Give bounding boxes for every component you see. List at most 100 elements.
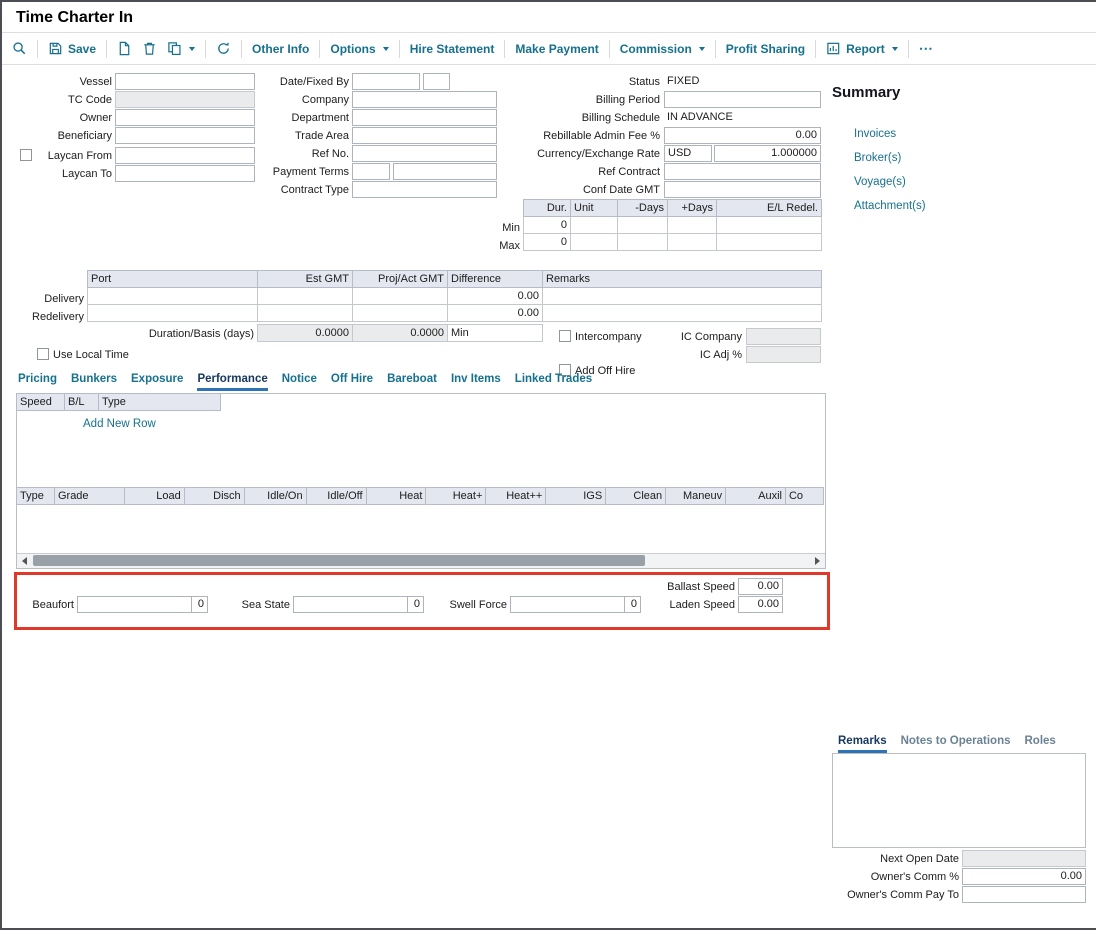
duration-min-cell[interactable]: Min xyxy=(448,325,543,342)
redelivery-remarks-cell[interactable] xyxy=(543,305,822,322)
tab-roles[interactable]: Roles xyxy=(1025,735,1056,753)
max-plus-days-cell[interactable] xyxy=(668,234,717,251)
attachments-link[interactable]: Attachment(s) xyxy=(854,200,926,212)
more-button[interactable]: ⋯ xyxy=(919,40,933,57)
tab-pricing[interactable]: Pricing xyxy=(18,373,57,391)
laycan-to-field[interactable] xyxy=(115,165,255,182)
commission-button[interactable]: Commission xyxy=(620,42,705,56)
beneficiary-label: Beneficiary xyxy=(18,130,112,142)
delivery-table: Port Est GMT Proj/Act GMT Difference Rem… xyxy=(87,270,822,322)
ref-contract-field[interactable] xyxy=(664,163,821,180)
tab-bunkers[interactable]: Bunkers xyxy=(71,373,117,391)
sea-state-value-field[interactable]: 0 xyxy=(407,596,424,613)
make-payment-label: Make Payment xyxy=(515,42,598,56)
billing-period-field[interactable] xyxy=(664,91,821,108)
contract-type-field[interactable] xyxy=(352,181,497,198)
scroll-left-button[interactable] xyxy=(17,554,32,567)
hire-statement-button[interactable]: Hire Statement xyxy=(410,42,495,56)
swell-force-input[interactable] xyxy=(510,596,625,613)
beneficiary-field[interactable] xyxy=(115,127,255,144)
delivery-proj-act-cell[interactable] xyxy=(353,288,448,305)
redelivery-proj-act-cell[interactable] xyxy=(353,305,448,322)
swell-force-value-field[interactable]: 0 xyxy=(624,596,641,613)
owners-comm-pay-to-field[interactable] xyxy=(962,886,1086,903)
profit-sharing-button[interactable]: Profit Sharing xyxy=(726,42,805,56)
voyages-link[interactable]: Voyage(s) xyxy=(854,176,906,188)
use-local-time-checkbox[interactable] xyxy=(37,348,49,360)
save-button[interactable]: Save xyxy=(48,41,96,56)
tab-exposure[interactable]: Exposure xyxy=(131,373,183,391)
rebillable-admin-fee-field[interactable]: 0.00 xyxy=(664,127,821,144)
delete-button[interactable] xyxy=(142,41,157,56)
refresh-icon xyxy=(216,41,231,56)
delivery-remarks-cell[interactable] xyxy=(543,288,822,305)
payment-terms-field[interactable] xyxy=(393,163,497,180)
conf-date-gmt-field[interactable] xyxy=(664,181,821,198)
sea-state-input[interactable] xyxy=(293,596,408,613)
intercompany-checkbox[interactable] xyxy=(559,330,571,342)
laden-speed-field[interactable]: 0.00 xyxy=(738,596,783,613)
owner-field[interactable] xyxy=(115,109,255,126)
min-plus-days-cell[interactable] xyxy=(668,217,717,234)
max-el-redel-cell[interactable] xyxy=(717,234,822,251)
min-el-redel-cell[interactable] xyxy=(717,217,822,234)
report-button[interactable]: Report xyxy=(826,41,898,56)
col-grade: Grade xyxy=(54,488,124,505)
owners-comm-field[interactable]: 0.00 xyxy=(962,868,1086,885)
beaufort-value-field[interactable]: 0 xyxy=(191,596,208,613)
max-unit-cell[interactable] xyxy=(571,234,618,251)
payment-terms-code-field[interactable] xyxy=(352,163,390,180)
tab-performance[interactable]: Performance xyxy=(197,373,267,391)
ballast-speed-field[interactable]: 0.00 xyxy=(738,578,783,595)
brokers-link[interactable]: Broker(s) xyxy=(854,152,901,164)
min-unit-cell[interactable] xyxy=(571,217,618,234)
tab-inv-items[interactable]: Inv Items xyxy=(451,373,501,391)
fixed-by-field[interactable] xyxy=(423,73,450,90)
redelivery-est-gmt-cell[interactable] xyxy=(258,305,353,322)
tab-bareboat[interactable]: Bareboat xyxy=(387,373,437,391)
laycan-from-field[interactable] xyxy=(115,147,255,164)
min-dur-cell[interactable]: 0 xyxy=(524,217,571,234)
tab-linked-trades[interactable]: Linked Trades xyxy=(515,373,592,391)
toolbar-separator xyxy=(241,40,242,58)
status-value[interactable]: FIXED xyxy=(664,74,821,91)
make-payment-button[interactable]: Make Payment xyxy=(515,42,598,56)
options-button[interactable]: Options xyxy=(330,42,388,56)
ref-no-field[interactable] xyxy=(352,145,497,162)
refresh-button[interactable] xyxy=(216,41,231,56)
max-minus-days-cell[interactable] xyxy=(618,234,668,251)
vessel-label: Vessel xyxy=(18,76,112,88)
remarks-textarea[interactable] xyxy=(832,753,1086,848)
copy-button[interactable] xyxy=(167,41,195,56)
company-field[interactable] xyxy=(352,91,497,108)
redelivery-port-cell[interactable] xyxy=(88,305,258,322)
currency-field[interactable]: USD xyxy=(664,145,712,162)
exchange-rate-field[interactable]: 1.000000 xyxy=(714,145,821,162)
trade-area-field[interactable] xyxy=(352,127,497,144)
col-minus-days: -Days xyxy=(618,200,668,217)
add-new-row-link[interactable]: Add New Row xyxy=(83,418,156,430)
horizontal-scrollbar-thumb[interactable] xyxy=(33,555,645,566)
beaufort-input[interactable] xyxy=(77,596,192,613)
tab-notice[interactable]: Notice xyxy=(282,373,317,391)
invoices-link[interactable]: Invoices xyxy=(854,128,896,140)
max-dur-cell[interactable]: 0 xyxy=(524,234,571,251)
other-info-button[interactable]: Other Info xyxy=(252,42,309,56)
search-button[interactable] xyxy=(12,41,27,56)
billing-schedule-value[interactable]: IN ADVANCE xyxy=(664,110,821,127)
laycan-checkbox[interactable] xyxy=(20,149,32,161)
tab-off-hire[interactable]: Off Hire xyxy=(331,373,373,391)
min-minus-days-cell[interactable] xyxy=(618,217,668,234)
date-field[interactable] xyxy=(352,73,420,90)
vessel-field[interactable] xyxy=(115,73,255,90)
report-label: Report xyxy=(846,42,885,56)
delivery-port-cell[interactable] xyxy=(88,288,258,305)
new-document-button[interactable] xyxy=(117,41,132,56)
delivery-est-gmt-cell[interactable] xyxy=(258,288,353,305)
tab-remarks[interactable]: Remarks xyxy=(838,735,887,753)
department-field[interactable] xyxy=(352,109,497,126)
status-label: Status xyxy=(525,76,660,88)
profit-sharing-label: Profit Sharing xyxy=(726,42,805,56)
scroll-right-button[interactable] xyxy=(810,554,825,567)
tab-notes-to-operations[interactable]: Notes to Operations xyxy=(901,735,1011,753)
